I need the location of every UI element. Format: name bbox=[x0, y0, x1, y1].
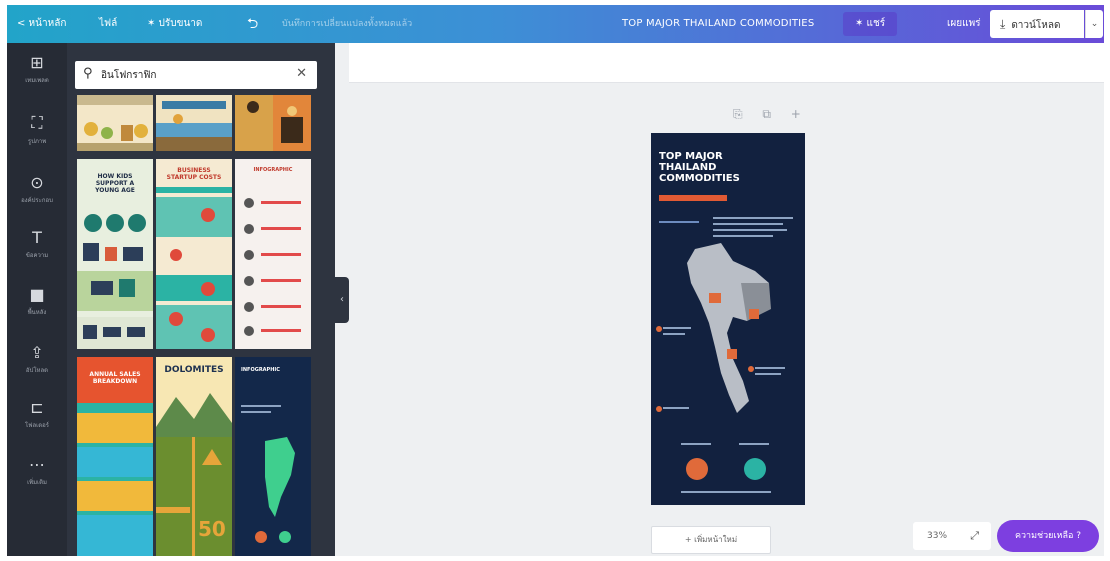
template-thumbnail-infographic[interactable]: INFOGRAPHIC bbox=[235, 159, 311, 349]
template-artwork bbox=[235, 95, 303, 151]
sidebar-item-label: อัปโหลด bbox=[25, 367, 49, 374]
more-icon: ⋯ bbox=[29, 455, 45, 474]
template-thumbnail[interactable] bbox=[77, 95, 153, 151]
template-thumbnail-startup[interactable]: BUSINESS STARTUP COSTS bbox=[156, 159, 232, 349]
add-page-button[interactable]: + เพิ่มหน้าใหม่ bbox=[651, 526, 771, 554]
template-artwork bbox=[244, 198, 301, 336]
template-thumbnail-map[interactable]: INFOGRAPHIC bbox=[235, 357, 311, 556]
chevron-down-icon[interactable]: ⌄ bbox=[1085, 10, 1103, 38]
template-artwork bbox=[241, 405, 295, 543]
template-thumbnail-dolomites[interactable]: DOLOMITES 50 bbox=[156, 357, 232, 556]
sidebar-item-text[interactable]: T ข้อความ bbox=[7, 218, 67, 274]
template-title: HOW KIDS SUPPORT A YOUNG AGE bbox=[95, 173, 135, 194]
background-icon: ■ bbox=[29, 285, 45, 304]
undo-icon[interactable]: ⮌ bbox=[247, 5, 258, 43]
save-status: บันทึกการเปลี่ยนแปลงทั้งหมดแล้ว bbox=[282, 19, 413, 29]
close-icon[interactable]: ✕ bbox=[296, 66, 307, 81]
sidebar-item-label: รูปภาพ bbox=[27, 138, 47, 145]
download-label: ดาวน์โหลด bbox=[1011, 20, 1061, 31]
templates-panel: ⚲ อินโฟกราฟิก ✕ HOW KIDS SUPPORT A YOUNG… bbox=[67, 43, 335, 556]
search-value[interactable]: อินโฟกราฟิก bbox=[101, 68, 156, 83]
zoom-control[interactable]: 33% ⤢ bbox=[913, 522, 991, 550]
sidebar-item-label: โฟลเดอร์ bbox=[25, 422, 49, 429]
file-menu[interactable]: ไฟล์ bbox=[99, 5, 117, 43]
sidebar-item-label: องค์ประกอบ bbox=[21, 197, 53, 204]
search-icon: ⚲ bbox=[83, 66, 93, 81]
sidebar-item-label: เทมเพลต bbox=[25, 77, 49, 84]
design-map-artwork bbox=[656, 217, 793, 493]
top-toolbar: < หน้าหลัก ไฟล์ ✶ ปรับขนาด ⮌ บันทึกการเป… bbox=[7, 5, 1104, 43]
template-artwork bbox=[77, 413, 153, 556]
zoom-level[interactable]: 33% bbox=[927, 531, 947, 541]
search-input[interactable]: ⚲ อินโฟกราฟิก ✕ bbox=[75, 61, 317, 89]
text-icon: T bbox=[32, 228, 42, 247]
app-window: < หน้าหลัก ไฟล์ ✶ ปรับขนาด ⮌ บันทึกการเป… bbox=[7, 5, 1104, 556]
editor-canvas-area: ⎘ ⧉ + TOP MAJOR THAILAND COMMODITIES + เ… bbox=[349, 43, 1104, 556]
template-thumbnail[interactable] bbox=[156, 95, 232, 151]
sidebar-item-label: ข้อความ bbox=[25, 252, 49, 259]
publish-button[interactable]: เผยแพร่ bbox=[947, 5, 981, 43]
sidebar-item-label: เพิ่มเติม bbox=[27, 479, 47, 486]
elements-icon: ⊙ bbox=[30, 173, 44, 192]
sidebar-item-label: พื้นหลัง bbox=[27, 309, 47, 316]
sidebar-item-templates[interactable]: ⊞ เทมเพลต bbox=[7, 43, 67, 99]
templates-icon: ⊞ bbox=[30, 53, 44, 72]
home-link[interactable]: < หน้าหลัก bbox=[17, 5, 66, 43]
sidebar-item-elements[interactable]: ⊙ องค์ประกอบ bbox=[7, 163, 67, 219]
help-button[interactable]: ความช่วยเหลือ ? bbox=[997, 520, 1099, 552]
sidebar-rail: ⊞ เทมเพลต ⛶ รูปภาพ ⊙ องค์ประกอบ T ข้อควา… bbox=[7, 43, 67, 556]
template-artwork bbox=[156, 187, 232, 349]
template-title: BUSINESS STARTUP COSTS bbox=[166, 167, 222, 181]
download-icon: ⤓ bbox=[1000, 17, 1006, 31]
template-thumbnail[interactable] bbox=[235, 95, 311, 151]
design-page[interactable]: TOP MAJOR THAILAND COMMODITIES bbox=[651, 133, 805, 505]
download-button[interactable]: ⤓ ดาวน์โหลด bbox=[990, 10, 1084, 38]
template-thumbnail-kids[interactable]: HOW KIDS SUPPORT A YOUNG AGE bbox=[77, 159, 153, 349]
collapse-panel-button[interactable]: ‹ bbox=[335, 277, 349, 323]
document-title[interactable]: TOP MAJOR THAILAND COMMODITIES bbox=[622, 5, 814, 43]
sidebar-item-more[interactable]: ⋯ เพิ่มเติม bbox=[7, 445, 67, 501]
template-number: 50 bbox=[198, 517, 226, 541]
sidebar-item-background[interactable]: ■ พื้นหลัง bbox=[7, 275, 67, 331]
template-artwork bbox=[77, 95, 153, 151]
template-title: INFOGRAPHIC bbox=[253, 167, 293, 173]
sidebar-item-photos[interactable]: ⛶ รูปภาพ bbox=[7, 103, 67, 159]
sidebar-item-uploads[interactable]: ⇪ อัปโหลด bbox=[7, 333, 67, 389]
sidebar-item-folders[interactable]: ⊏ โฟลเดอร์ bbox=[7, 388, 67, 444]
template-artwork bbox=[156, 101, 232, 151]
share-button[interactable]: ✶ แชร์ bbox=[843, 12, 898, 36]
template-thumbnail-sales[interactable]: ANNUAL SALES BREAKDOWN bbox=[77, 357, 153, 556]
context-toolbar bbox=[349, 43, 1104, 83]
upload-icon: ⇪ bbox=[30, 343, 44, 362]
page-tools[interactable]: ⎘ ⧉ + bbox=[733, 107, 809, 122]
expand-icon[interactable]: ⤢ bbox=[970, 522, 979, 550]
resize-button[interactable]: ✶ ปรับขนาด bbox=[147, 5, 202, 43]
image-icon: ⛶ bbox=[31, 113, 43, 132]
folder-icon: ⊏ bbox=[30, 398, 44, 417]
